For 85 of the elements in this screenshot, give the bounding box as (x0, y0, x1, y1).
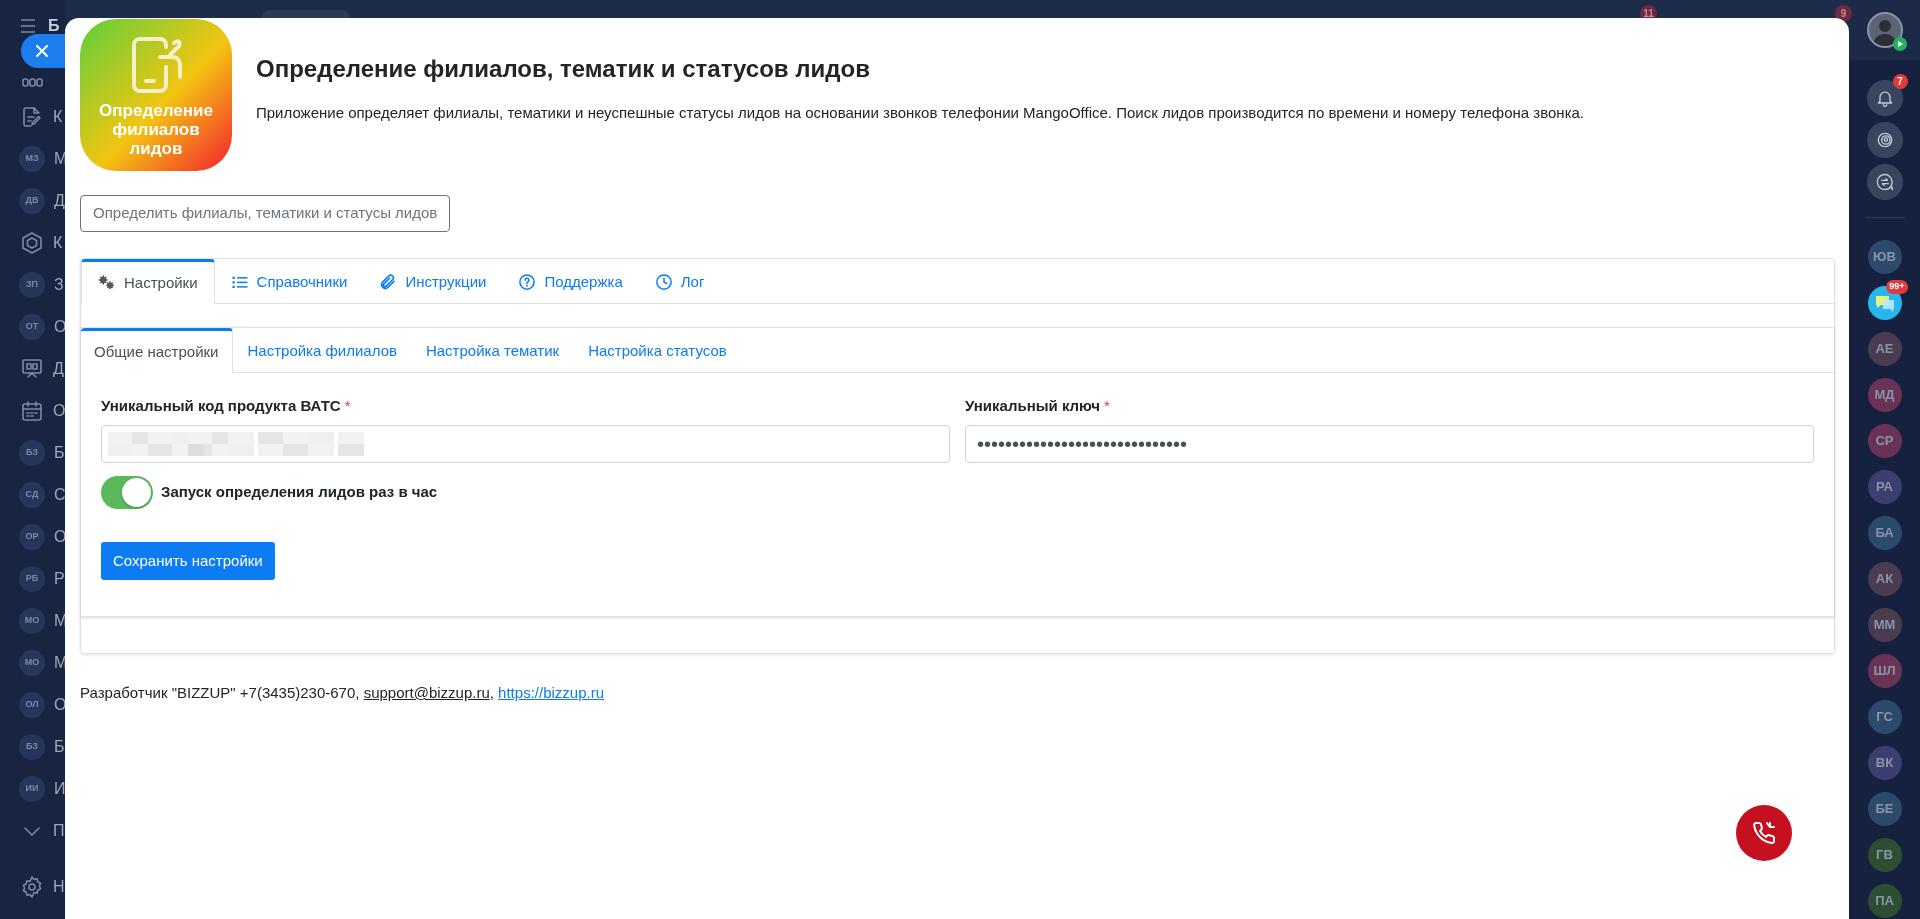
save-settings-button[interactable]: Сохранить настройки (101, 542, 275, 580)
avatar: ОТ (19, 314, 45, 340)
email-link[interactable]: support@bizzup.ru (363, 684, 490, 701)
contact-avatar[interactable]: АЕ (1867, 332, 1902, 366)
input-field[interactable] (101, 425, 950, 463)
paperclip-icon (379, 273, 398, 291)
document-edit-icon (20, 105, 44, 129)
contact-avatar[interactable]: МД (1867, 378, 1902, 412)
contact-avatar[interactable]: ГВ (1867, 838, 1902, 872)
chat-bubbles-icon (1873, 293, 1896, 313)
sidebar-item[interactable]: Н (0, 866, 65, 908)
subtab[interactable]: Настройка тематик (411, 328, 574, 373)
contact-avatar[interactable]: БА (1867, 516, 1902, 550)
hexagon-icon (20, 231, 44, 255)
sidebar-item[interactable]: БЗ Б (0, 726, 65, 768)
sidebar-item[interactable]: СД С (0, 474, 65, 516)
tab[interactable]: Лог (638, 259, 721, 304)
close-icon (35, 44, 49, 58)
input-field[interactable]: •••••••••••••••••••••••••••••• (965, 425, 1814, 463)
developer-info: Разработчик "BIZZUP" +7(3435)230-670, support@bizzup.ru, https://bizzup.ru (80, 683, 605, 703)
subtab[interactable]: Настройка филиалов (233, 328, 411, 373)
website-link[interactable]: https://bizzup.ru (498, 684, 604, 701)
contact-avatar[interactable]: БЕ (1867, 792, 1902, 826)
tab[interactable]: Справочники (214, 259, 364, 304)
sidebar-item[interactable]: БЗ Б (0, 432, 65, 474)
avatar: МО (19, 608, 45, 634)
unread-badge: 99+ (1886, 280, 1908, 294)
avatar: БЗ (19, 734, 45, 760)
sidebar-item[interactable]: РБ Р (0, 558, 65, 600)
tab[interactable]: Инструкции (363, 259, 503, 304)
sidebar-item[interactable]: К (0, 96, 65, 138)
settings-icon (20, 875, 44, 899)
avatar: ЗП (19, 272, 45, 298)
gears-icon (98, 274, 116, 292)
subtab[interactable]: Общие настройки (81, 328, 233, 373)
sidebar-item[interactable]: О (0, 390, 65, 432)
close-dialog-button[interactable] (21, 34, 65, 68)
contact-avatar[interactable]: СР (1867, 424, 1902, 458)
sidebar-item[interactable]: П (0, 810, 65, 852)
phone-icon (1752, 821, 1776, 845)
tab[interactable]: Настройки (81, 259, 215, 304)
required-mark: * (1104, 396, 1110, 416)
calendar-icon (20, 399, 44, 423)
presentation-board-icon (20, 357, 44, 381)
sidebar-item[interactable]: ДВ Д (0, 180, 65, 222)
spiral-button[interactable] (1866, 122, 1903, 158)
sidebar-item[interactable]: К (0, 222, 65, 264)
field-label: Уникальный ключ (965, 396, 1101, 416)
required-mark: * (344, 396, 351, 416)
sidebar-heading: Б (48, 16, 60, 36)
sidebar-item[interactable]: ИИ И (0, 768, 65, 810)
contact-avatar[interactable]: АК (1867, 562, 1902, 596)
avatar: МО (19, 650, 45, 676)
sidebar-item[interactable]: ЗП З (0, 264, 65, 306)
menu-icon (20, 19, 36, 33)
run-detection-button[interactable]: Определить филиалы, тематики и статусы лидов (80, 195, 451, 232)
chat-sync-button[interactable] (1866, 164, 1903, 200)
contact-avatar[interactable]: ВК (1867, 746, 1902, 780)
contact-avatar[interactable]: РА (1867, 470, 1902, 504)
tab[interactable]: Поддержка (502, 259, 639, 304)
contact-avatar[interactable]: ШЛ (1867, 654, 1902, 688)
contact-avatar[interactable]: ЮВ (1867, 240, 1902, 274)
app-title: Определение филиалов, тематик и статусов лидов (256, 55, 871, 83)
subtab[interactable]: Настройка статусов (574, 328, 741, 373)
avatar: ДВ (19, 188, 45, 214)
avatar: МЗ (19, 146, 45, 172)
contact-avatar[interactable]: ММ (1867, 608, 1902, 642)
avatar: ОЛ (19, 692, 45, 718)
toggle-switch[interactable] (101, 476, 153, 509)
avatar: ИИ (19, 776, 45, 802)
clock-icon (654, 273, 673, 291)
avatar: БЗ (19, 440, 45, 466)
avatar: СД (19, 482, 45, 508)
contact-avatar[interactable]: ГС (1867, 700, 1902, 734)
question-circle-icon (518, 273, 537, 291)
logo-caption: Определение филиалов лидов (98, 101, 214, 158)
chat-arrows-icon (1874, 172, 1895, 192)
toggle-label: Запуск определения лидов раз в час (161, 482, 438, 503)
avatar: РБ (19, 566, 45, 592)
avatar: ОР (19, 524, 45, 550)
app-description: Приложение определяет филиалы, тематики и неуспешные статусы лидов на основании звонков телефонии MangoOffice. Поиск лидов производится по времени и номеру телефона звонка. (256, 103, 1585, 123)
sidebar-item[interactable]: Д (0, 348, 65, 390)
user-avatar[interactable] (1866, 12, 1903, 48)
contact-avatar[interactable]: ПА (1867, 884, 1902, 918)
field-label: Уникальный код продукта ВАТС (101, 396, 341, 416)
